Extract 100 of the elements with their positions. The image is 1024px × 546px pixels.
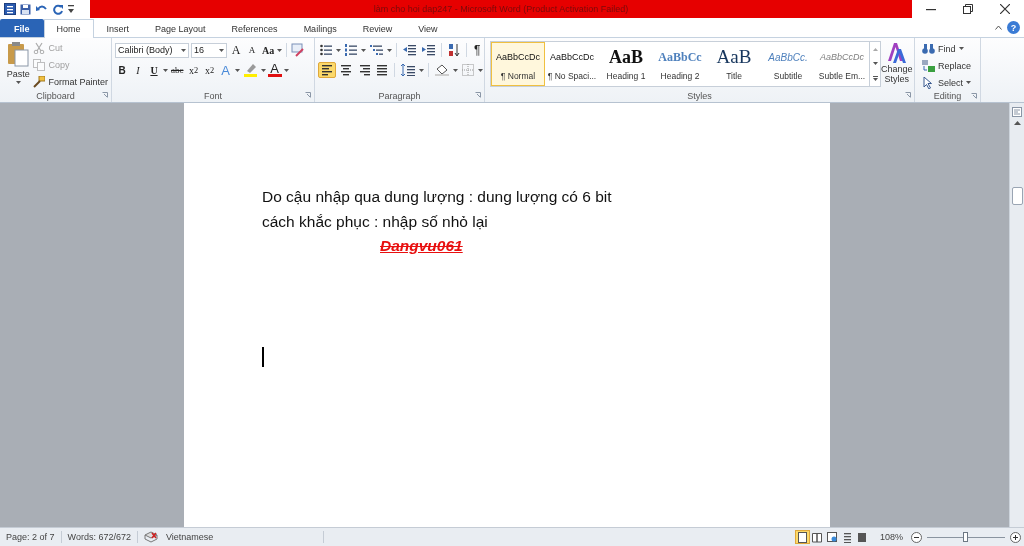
caret-icon [181, 48, 186, 52]
group-label: Paragraph [378, 90, 421, 101]
zoom-in-icon[interactable] [1010, 531, 1021, 543]
change-case-button[interactable]: Aa [261, 42, 276, 58]
web-view-button[interactable] [824, 530, 840, 544]
font-name-field[interactable]: Calibri (Body) [115, 42, 189, 58]
print-view-button[interactable] [794, 530, 810, 544]
select-button[interactable]: Select [918, 75, 972, 90]
word-count[interactable]: Words: 672/672 [61, 531, 138, 543]
caret-icon [361, 48, 366, 52]
align-left-button[interactable] [318, 62, 336, 78]
help-button[interactable]: ? [1007, 21, 1020, 34]
numbered-list-icon[interactable] [345, 44, 357, 56]
show-marks-button[interactable]: ¶ [471, 43, 484, 57]
format-painter-button[interactable]: Format Painter [33, 75, 108, 89]
dialog-launcher-icon[interactable] [475, 92, 481, 98]
paint-bucket-icon[interactable] [435, 64, 449, 76]
font-size-field[interactable]: 16 [191, 42, 227, 58]
sort-icon[interactable] [448, 44, 460, 56]
dialog-launcher-icon[interactable] [971, 93, 977, 99]
file-tab[interactable]: File [0, 19, 44, 37]
language-label[interactable]: Vietnamese [165, 532, 214, 542]
text-cursor [262, 347, 264, 367]
page-count[interactable]: Page: 2 of 7 [0, 531, 62, 543]
save-icon[interactable] [20, 3, 31, 15]
find-button[interactable]: Find [918, 41, 972, 56]
grow-font-button[interactable]: A [229, 42, 243, 58]
ribbon-tab[interactable]: Home [43, 19, 94, 38]
caret-icon [478, 68, 483, 72]
copy-icon [33, 59, 46, 71]
caret-icon [336, 48, 341, 52]
body-text: cách khắc phục : nhập số nhỏ lại [262, 213, 488, 230]
ribbon-tab[interactable]: Page Layout [142, 19, 219, 37]
customize-caret-icon[interactable] [68, 4, 74, 14]
font-color-button[interactable]: A [267, 63, 282, 77]
group-label: Editing [933, 91, 962, 101]
ribbon-tab[interactable]: Review [349, 19, 406, 37]
paste-button[interactable]: Paste [3, 41, 34, 89]
shrink-font-button[interactable]: A [245, 42, 259, 58]
caret-icon [260, 68, 266, 72]
more-styles-icon[interactable] [872, 75, 878, 81]
collapse-ribbon-icon[interactable] [995, 25, 1002, 30]
ribbon-tab[interactable]: Mailings [290, 19, 350, 37]
replace-button[interactable]: Replace [918, 58, 972, 73]
undo-icon[interactable] [35, 4, 49, 14]
underline-button[interactable]: U [147, 62, 161, 78]
clear-formatting-icon[interactable] [291, 43, 306, 57]
slider-thumb[interactable] [963, 532, 968, 542]
decrease-indent-icon[interactable] [403, 44, 416, 56]
caret-icon [234, 68, 240, 72]
paintbrush-icon [33, 76, 46, 88]
zoom-out-icon[interactable] [911, 531, 922, 543]
style-option[interactable]: AaBbCcDc ¶ Normal [491, 42, 545, 86]
caret-icon [966, 81, 971, 84]
bullet-list-icon[interactable] [320, 44, 332, 56]
caret-icon [219, 48, 224, 52]
document-icon[interactable] [4, 3, 16, 15]
scroll-thumb[interactable] [1011, 187, 1023, 205]
dialog-launcher-icon[interactable] [305, 92, 311, 98]
style-option[interactable]: AaB Heading 1 [599, 42, 653, 86]
zoom-slider[interactable] [927, 531, 1005, 543]
strikethrough-button[interactable]: abc [170, 62, 185, 78]
reading-view-button[interactable] [809, 530, 825, 544]
scroll-down-icon[interactable] [872, 61, 878, 65]
style-option[interactable]: AaBbCcDc Subtle Em... [815, 42, 869, 86]
caret-icon [15, 81, 21, 84]
ribbon-tab[interactable]: View [405, 19, 451, 37]
style-option[interactable]: AaBbCc Heading 2 [653, 42, 707, 86]
bold-button[interactable]: B [115, 62, 129, 78]
line-spacing-icon[interactable] [401, 64, 415, 76]
multilevel-list-icon[interactable] [370, 44, 383, 56]
body-text: Do cậu nhập qua dung lượng : dung lượng có 6 bit [262, 188, 612, 205]
clipboard-icon [7, 41, 30, 67]
increase-indent-icon[interactable] [422, 44, 435, 56]
ruler-icon[interactable] [1012, 107, 1022, 117]
ribbon-tab[interactable]: Insert [93, 19, 143, 37]
signature-text: Dangvu061 [379, 237, 463, 254]
caret-icon [277, 48, 283, 52]
italic-button[interactable]: I [131, 62, 145, 78]
align-justify-button[interactable] [374, 62, 390, 78]
dialog-launcher-icon[interactable] [905, 92, 911, 98]
caret-icon [387, 48, 392, 52]
style-option[interactable]: AaBbCcDc ¶ No Spaci... [545, 42, 599, 86]
dialog-launcher-icon[interactable] [102, 92, 108, 98]
replace-icon [922, 59, 935, 72]
highlight-button[interactable] [241, 62, 259, 78]
highlighter-icon [243, 63, 257, 77]
ribbon-tab[interactable]: References [218, 19, 291, 37]
scroll-up-icon[interactable] [1013, 121, 1021, 125]
caret-icon [419, 68, 424, 72]
style-option[interactable]: AaB Title [707, 42, 761, 86]
restore-icon[interactable] [963, 4, 973, 14]
proofing-icon[interactable] [143, 531, 158, 543]
style-option[interactable]: AaBbCc. Subtitle [761, 42, 815, 86]
redo-icon[interactable] [53, 3, 64, 15]
group-label: Clipboard [36, 90, 75, 101]
close-icon[interactable] [1000, 4, 1011, 14]
change-styles-button[interactable]: Change Styles [881, 41, 913, 89]
zoom-level[interactable]: 108% [869, 532, 908, 542]
align-center-button[interactable] [338, 62, 354, 78]
